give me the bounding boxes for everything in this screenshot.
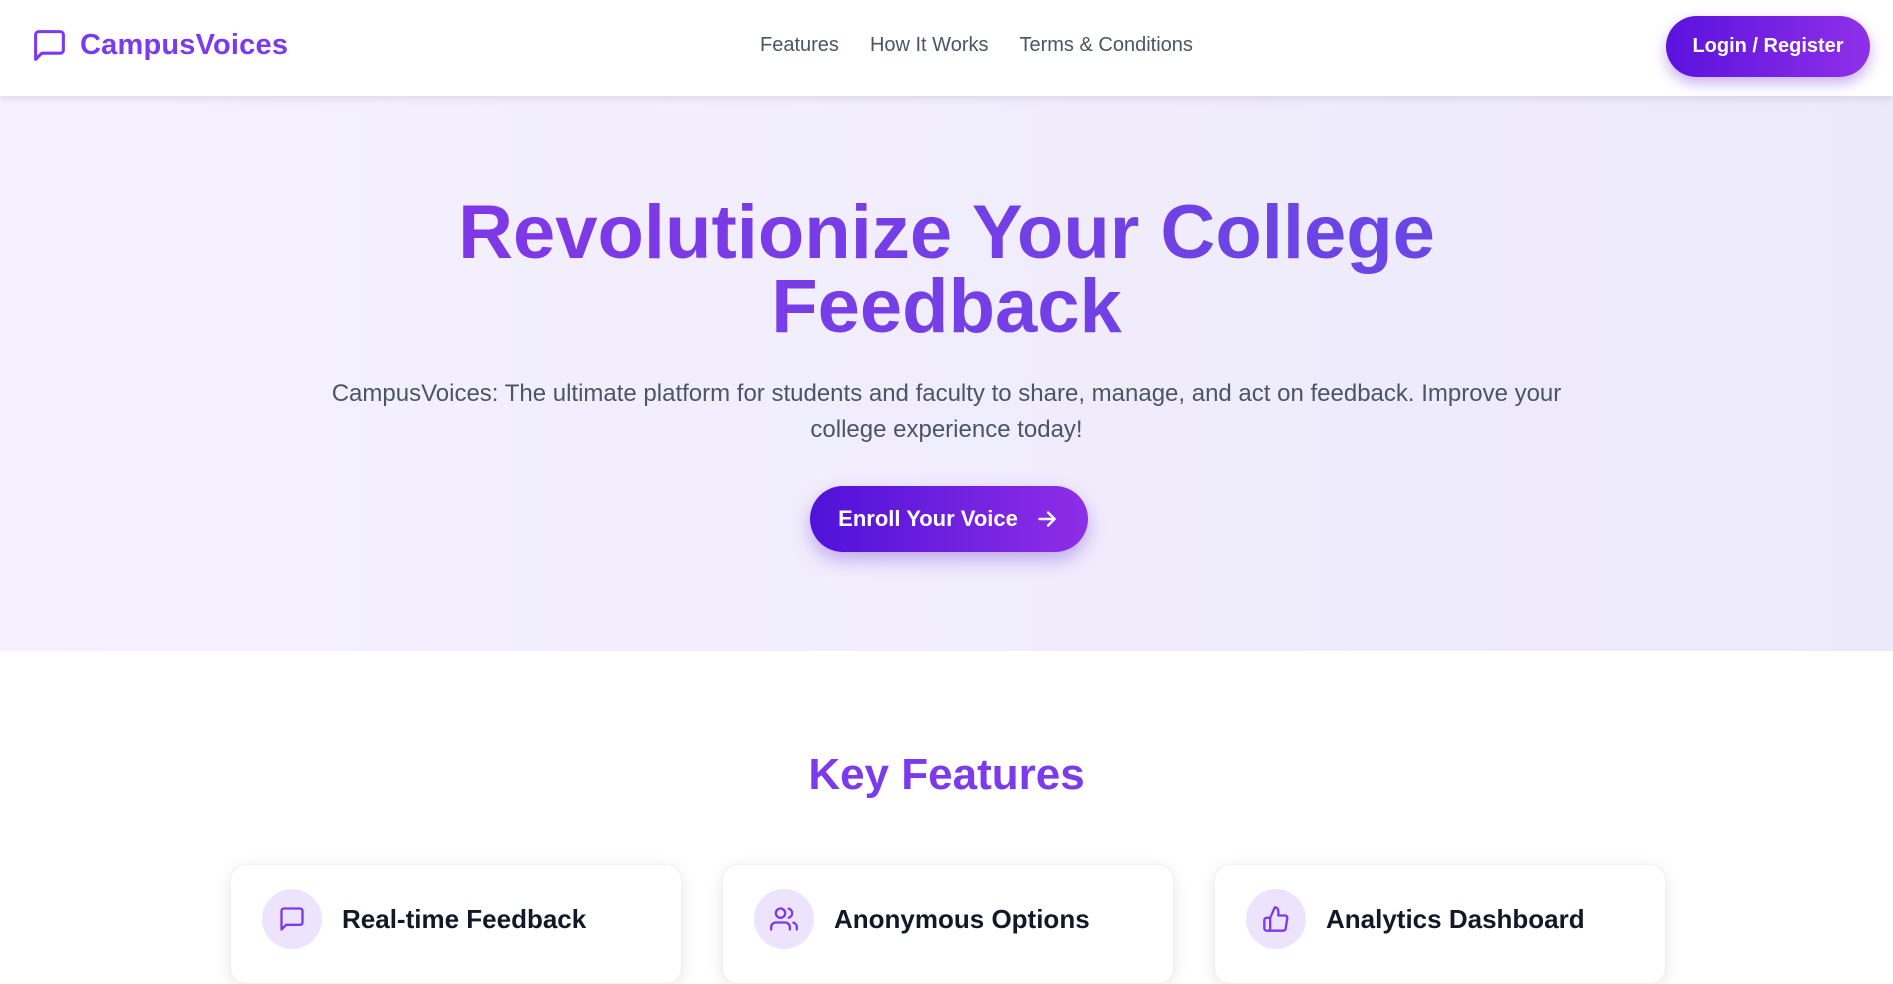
hero-title-line-1: Revolutionize Your College	[458, 190, 1435, 275]
brand-name: CampusVoices	[80, 29, 289, 61]
feature-card-title: Real-time Feedback	[342, 904, 587, 934]
brand-logo[interactable]: CampusVoices	[31, 27, 288, 64]
feature-card-analytics-dashboard: Analytics Dashboard	[1214, 864, 1666, 984]
users-icon	[754, 889, 814, 949]
chat-icon	[262, 889, 322, 949]
enroll-your-voice-button[interactable]: Enroll Your Voice	[810, 486, 1088, 552]
top-navbar: CampusVoices Features How It Works Terms…	[0, 0, 1893, 96]
features-section: Key Features Real-time Feedback Anonymou…	[0, 651, 1893, 984]
main-nav: Features How It Works Terms & Conditions	[760, 34, 1193, 57]
features-title: Key Features	[808, 750, 1085, 799]
feature-card-title: Analytics Dashboard	[1326, 904, 1585, 934]
feature-cards: Real-time Feedback Anonymous Options Ana…	[230, 864, 1666, 984]
thumbs-up-icon	[1246, 889, 1306, 949]
nav-features[interactable]: Features	[760, 34, 839, 57]
hero-title-line-2: Feedback	[771, 264, 1122, 349]
hero-section: Revolutionize Your College Feedback Camp…	[0, 96, 1893, 651]
chat-bubble-icon	[34, 30, 65, 61]
feature-card-real-time-feedback: Real-time Feedback	[230, 864, 682, 984]
hero-subtitle: CampusVoices: The ultimate platform for …	[331, 380, 1562, 443]
enroll-button-label: Enroll Your Voice	[838, 506, 1018, 531]
feature-card-anonymous-options: Anonymous Options	[722, 864, 1174, 984]
arrow-right-icon	[1038, 511, 1056, 527]
feature-card-title: Anonymous Options	[834, 904, 1090, 934]
nav-terms-and-conditions[interactable]: Terms & Conditions	[1019, 34, 1192, 57]
hero-title: Revolutionize Your College Feedback	[0, 196, 1893, 344]
nav-how-it-works[interactable]: How It Works	[870, 34, 989, 57]
login-register-button[interactable]: Login / Register	[1666, 16, 1870, 77]
